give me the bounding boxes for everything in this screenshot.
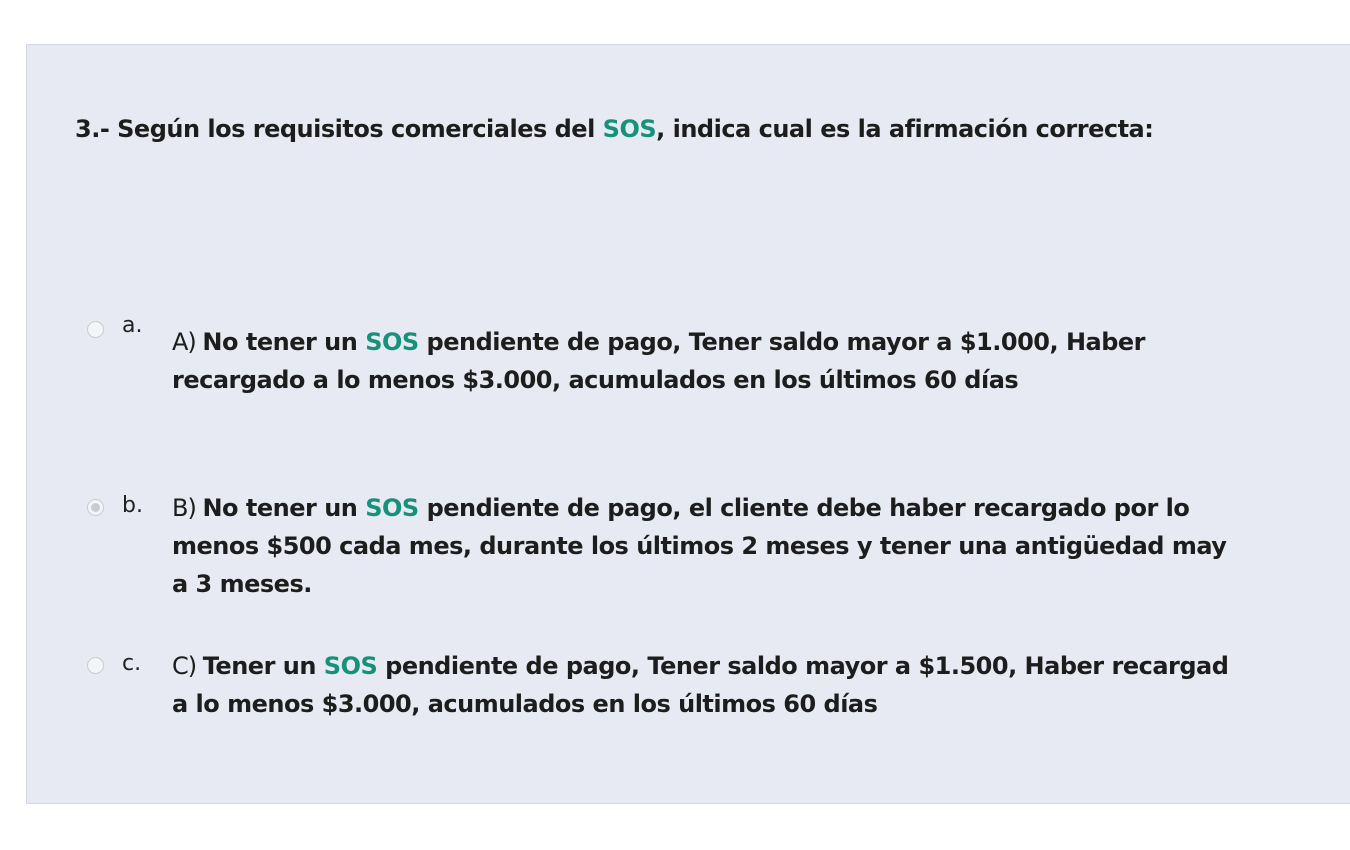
- option-b-sos-highlight: SOS: [365, 494, 419, 522]
- answer-option-a[interactable]: a. A) No tener un SOS pendiente de pago,…: [87, 313, 1350, 399]
- option-c-prefix: C): [172, 652, 203, 680]
- option-c-text[interactable]: C) Tener un SOS pendiente de pago, Tener…: [172, 647, 1350, 723]
- option-a-sos-highlight: SOS: [365, 328, 419, 356]
- question-panel: 3.- Según los requisitos comerciales del…: [26, 44, 1350, 804]
- option-a-letter: a.: [122, 313, 143, 338]
- option-c-line-2: a lo menos $3.000, acumulados en los últ…: [172, 690, 878, 718]
- option-c-line1-rest: pendiente de pago, Tener saldo mayor a $…: [377, 652, 1229, 680]
- option-a-bold-start: No tener un: [202, 328, 366, 356]
- option-b-line-2: menos $500 cada mes, durante los últimos…: [172, 532, 1227, 560]
- option-a-line-2: recargado a lo menos $3.000, acumulados …: [172, 366, 1019, 394]
- option-b-radio[interactable]: [87, 499, 104, 516]
- option-c-line-1: C) Tener un SOS pendiente de pago, Tener…: [172, 647, 1350, 685]
- answer-option-c[interactable]: c. C) Tener un SOS pendiente de pago, Te…: [87, 649, 1350, 723]
- option-c-sos-highlight: SOS: [323, 652, 378, 680]
- question-text-end: , indica cual es la afirmación correcta:: [656, 115, 1154, 143]
- option-b-letter: b.: [122, 493, 143, 518]
- option-c-radio[interactable]: [87, 657, 104, 674]
- option-c-letter: c.: [122, 651, 142, 676]
- option-b-text[interactable]: B) No tener un SOS pendiente de pago, el…: [172, 489, 1350, 603]
- option-b-line-1: B) No tener un SOS pendiente de pago, el…: [172, 489, 1350, 527]
- option-b-bold-start: No tener un: [202, 494, 366, 522]
- option-a-text[interactable]: A) No tener un SOS pendiente de pago, Te…: [172, 323, 1350, 399]
- option-b-prefix: B): [172, 494, 203, 522]
- question-text: 3.- Según los requisitos comerciales del…: [75, 115, 1154, 143]
- option-a-line-1: A) No tener un SOS pendiente de pago, Te…: [172, 323, 1350, 361]
- option-a-prefix: A): [172, 328, 203, 356]
- question-text-start: 3.- Según los requisitos comerciales del: [75, 115, 603, 143]
- option-c-bold-start: Tener un: [202, 652, 324, 680]
- question-sos-highlight: SOS: [602, 115, 657, 143]
- option-a-radio[interactable]: [87, 321, 104, 338]
- option-a-line1-rest: pendiente de pago, Tener saldo mayor a $…: [418, 328, 1146, 356]
- answer-option-b[interactable]: b. B) No tener un SOS pendiente de pago,…: [87, 491, 1350, 603]
- option-b-line1-rest: pendiente de pago, el cliente debe haber…: [418, 494, 1190, 522]
- option-b-line-3: a 3 meses.: [172, 570, 312, 598]
